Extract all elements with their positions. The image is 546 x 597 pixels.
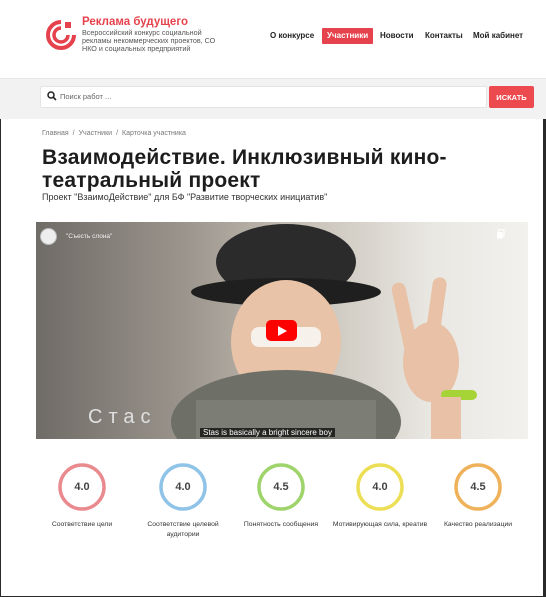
score-item: 4.0 Соответствие целевой аудитории (133, 462, 233, 540)
nav-about[interactable]: О конкурсе (270, 28, 314, 44)
main-nav: О конкурсе Участники Новости Контакты Мо… (0, 28, 546, 44)
score-value: 4.0 (175, 481, 191, 493)
score-ring: 4.0 (355, 462, 405, 512)
score-item: 4.0 Мотивирующая сила, креатив (330, 462, 430, 530)
score-ring: 4.5 (256, 462, 306, 512)
score-item: 4.5 Качество реализации (428, 462, 528, 530)
score-ring: 4.0 (57, 462, 107, 512)
score-label: Соответствие целевой аудитории (147, 521, 219, 538)
page-subtitle: Проект "ВзаимоДействие" для БФ "Развитие… (42, 192, 328, 202)
breadcrumb-current: Карточка участника (122, 130, 186, 137)
video-name-overlay: Стас (88, 406, 157, 428)
search-icon (47, 91, 57, 101)
score-ring: 4.5 (453, 462, 503, 512)
search-button[interactable]: ИСКАТЬ (489, 86, 534, 108)
score-item: 4.5 Понятность сообщения (231, 462, 331, 530)
copy-icon[interactable] (496, 229, 506, 239)
search-input[interactable] (60, 87, 480, 105)
brand-title[interactable]: Реклама будущего (82, 16, 232, 28)
play-button[interactable] (266, 320, 297, 341)
breadcrumb-separator: / (116, 130, 119, 137)
breadcrumb-home[interactable]: Главная (42, 130, 69, 137)
score-ring: 4.0 (158, 462, 208, 512)
breadcrumb-separator: / (72, 130, 75, 137)
nav-news[interactable]: Новости (380, 28, 414, 44)
score-value: 4.5 (470, 481, 486, 493)
nav-participants[interactable]: Участники (322, 28, 374, 44)
nav-cabinet[interactable]: Мой кабинет (473, 28, 523, 44)
page-title: Взаимодействие. Инклюзивный кино-театрал… (42, 146, 447, 192)
video-channel-title[interactable]: "Съесть слона" (66, 233, 112, 240)
site-header: Реклама будущего Всероссийский конкурс с… (0, 0, 546, 79)
score-item: 4.0 Соответствие цели (32, 462, 132, 530)
breadcrumb-participants[interactable]: Участники (79, 130, 112, 137)
nav-contacts[interactable]: Контакты (425, 28, 463, 44)
score-label: Понятность сообщения (243, 521, 319, 528)
score-label: Соответствие цели (51, 521, 113, 528)
score-value: 4.0 (74, 481, 90, 493)
score-value: 4.5 (273, 481, 289, 493)
score-label: Качество реализации (443, 521, 513, 528)
channel-avatar[interactable] (40, 228, 57, 245)
score-label: Мотивирующая сила, креатив (332, 521, 428, 528)
breadcrumb: Главная / Участники / Карточка участника (42, 130, 186, 137)
video-caption: Stas is basically a bright sincere boy (200, 428, 335, 437)
copy-link-label[interactable]: Копиро... (487, 241, 512, 247)
score-list: 4.0 Соответствие цели 4.0 Соответствие ц… (0, 462, 546, 552)
score-value: 4.0 (372, 481, 388, 493)
